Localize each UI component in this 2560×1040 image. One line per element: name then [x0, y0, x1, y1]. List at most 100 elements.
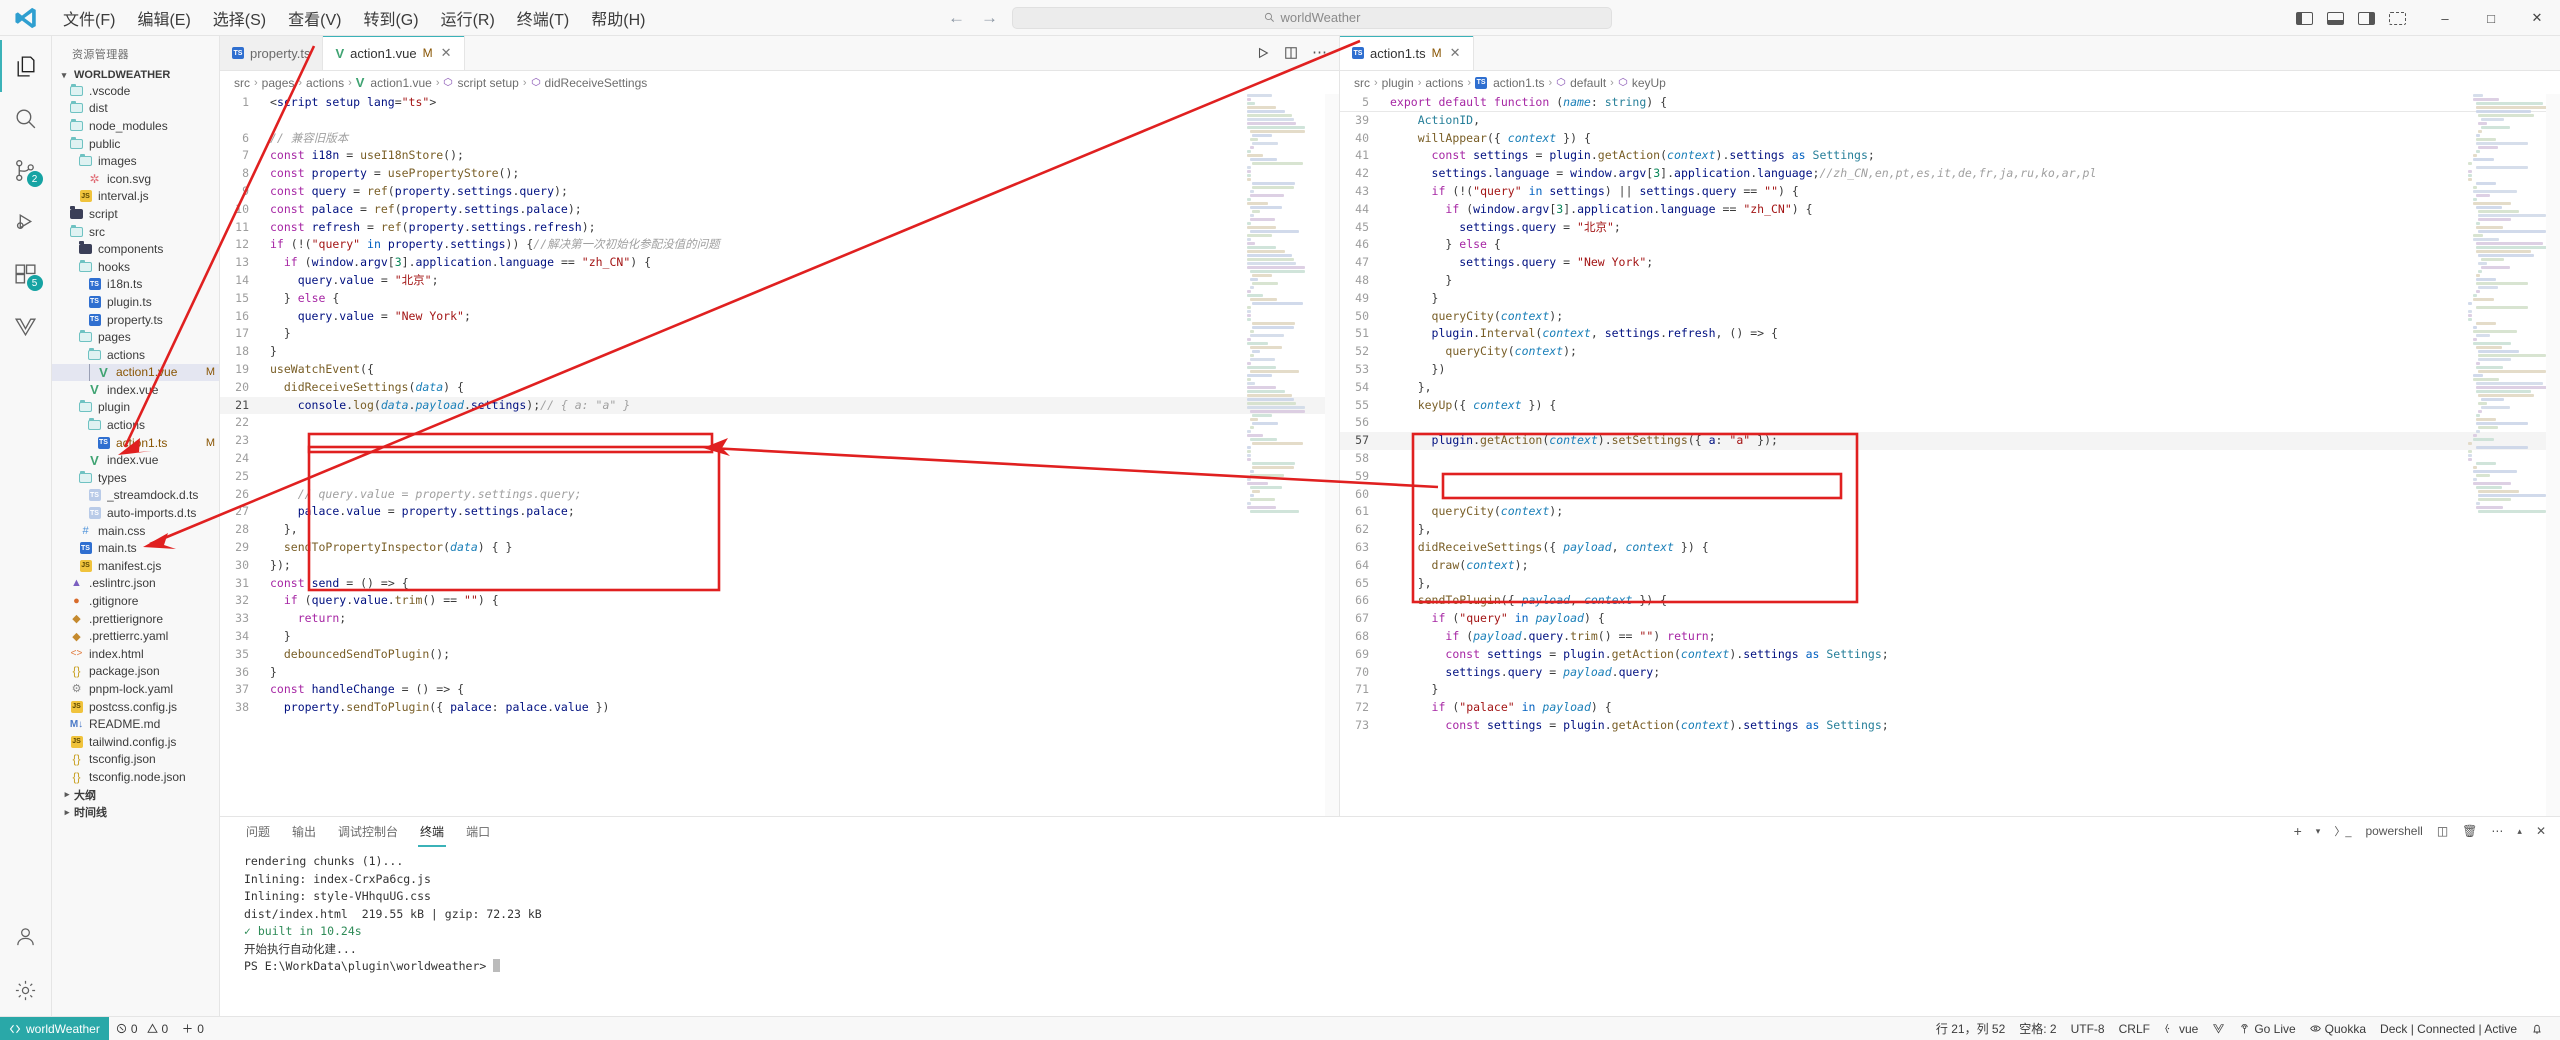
- breadcrumb-item-src[interactable]: src: [234, 76, 250, 90]
- close-button[interactable]: ✕: [2514, 0, 2560, 36]
- code-line[interactable]: 39 ActionID,: [1340, 112, 2560, 130]
- more-actions-icon[interactable]: ⋯: [2491, 824, 2503, 838]
- tree-item-index.html[interactable]: <> index.html: [52, 645, 219, 663]
- tree-item-public[interactable]: public: [52, 135, 219, 153]
- code-line[interactable]: 10 const palace = ref(property.settings.p…: [220, 201, 1339, 219]
- tree-item-postcss.config.js[interactable]: JS postcss.config.js: [52, 698, 219, 716]
- tree-item-.gitignore[interactable]: ● .gitignore: [52, 592, 219, 610]
- menu-item-6[interactable]: 终端(T): [506, 2, 580, 34]
- code-line[interactable]: 70 settings.query = payload.query;: [1340, 664, 2560, 682]
- panel-tabs[interactable]: 问题 输出 调试控制台 终端 端口 + ▾ 〉_ powershell ◫ 🗑 ⋯ ▴ ✕: [220, 817, 2560, 847]
- scrollbar-right[interactable]: [2546, 94, 2560, 816]
- code-line[interactable]: 19 useWatchEvent({: [220, 361, 1339, 379]
- tree-item-.prettierrc.yaml[interactable]: ◆ .prettierrc.yaml: [52, 627, 219, 645]
- code-line[interactable]: 18}: [220, 343, 1339, 361]
- go-live-button[interactable]: Go Live: [2232, 1017, 2302, 1040]
- code-line[interactable]: 65 },: [1340, 575, 2560, 593]
- split-terminal-icon[interactable]: ◫: [2437, 824, 2448, 838]
- code-line[interactable]: 38 property.sendToPlugin({ palace: palac…: [220, 699, 1339, 717]
- code-line[interactable]: 67 if ("query" in payload) {: [1340, 610, 2560, 628]
- tree-item-action1.vue[interactable]: Vaction1.vue M: [52, 363, 219, 382]
- code-line[interactable]: 49 }: [1340, 290, 2560, 308]
- sidebar-section-大纲[interactable]: ▸ 大纲: [52, 786, 219, 804]
- toggle-panel-icon[interactable]: [2327, 11, 2344, 25]
- code-editor-left[interactable]: 1 <script setup lang="ts"> 6 // 兼容旧版本 7 const…: [220, 94, 1339, 816]
- chevron-down-icon[interactable]: ▾: [2316, 826, 2321, 837]
- code-line[interactable]: 71 }: [1340, 681, 2560, 699]
- file-tree[interactable]: .vscode dist node_modules public images ✲ icon…: [52, 82, 219, 1016]
- add-terminal-icon[interactable]: +: [2294, 823, 2302, 839]
- code-line[interactable]: 9 const query = ref(property.settings.que…: [220, 183, 1339, 201]
- tree-item-images[interactable]: images: [52, 152, 219, 170]
- ports-indicator[interactable]: 0: [175, 1017, 211, 1040]
- breadcrumb-item-default[interactable]: default: [1556, 76, 1606, 90]
- close-icon[interactable]: ✕: [1448, 45, 1461, 61]
- vue-status-icon[interactable]: [2205, 1017, 2232, 1040]
- code-line[interactable]: 40 willAppear({ context }) {: [1340, 130, 2560, 148]
- code-line[interactable]: 17 }: [220, 325, 1339, 343]
- close-panel-icon[interactable]: ✕: [2536, 824, 2546, 838]
- indentation[interactable]: 空格: 2: [2012, 1017, 2063, 1040]
- menu-item-5[interactable]: 运行(R): [430, 2, 506, 34]
- tree-item-interval.js[interactable]: JS interval.js: [52, 188, 219, 206]
- code-line[interactable]: 1 <script setup lang="ts">: [220, 94, 1339, 112]
- tree-item-tsconfig.node.json[interactable]: {} tsconfig.node.json: [52, 768, 219, 786]
- code-line[interactable]: 6 // 兼容旧版本: [220, 130, 1339, 148]
- tree-item-main.css[interactable]: # main.css: [52, 522, 219, 540]
- code-line[interactable]: 16 query.value = "New York";: [220, 308, 1339, 326]
- tree-item-actions[interactable]: actions: [52, 416, 219, 434]
- code-line[interactable]: 33 return;: [220, 610, 1339, 628]
- tree-item-src[interactable]: src: [52, 223, 219, 241]
- code-line[interactable]: 60: [1340, 486, 2560, 504]
- code-line[interactable]: 53 }): [1340, 361, 2560, 379]
- tree-item-index.vue[interactable]: Vindex.vue: [52, 451, 219, 469]
- deck-status[interactable]: Deck | Connected | Active: [2373, 1017, 2524, 1040]
- panel-tab-2[interactable]: 调试控制台: [336, 819, 400, 844]
- code-line[interactable]: 43 if (!("query" in settings) || setting…: [1340, 183, 2560, 201]
- code-line[interactable]: 57 plugin.getAction(context).setSettings…: [1340, 432, 2560, 450]
- breadcrumb-item-script setup[interactable]: script setup: [443, 76, 519, 90]
- tree-item-.prettierignore[interactable]: ◆ .prettierignore: [52, 610, 219, 628]
- breadcrumb-item-action1.ts[interactable]: TS action1.ts: [1475, 76, 1544, 90]
- menu-item-4[interactable]: 转到(G): [352, 2, 429, 34]
- code-line[interactable]: 47 settings.query = "New York";: [1340, 254, 2560, 272]
- run-icon[interactable]: [1256, 46, 1270, 60]
- activity-explorer[interactable]: [0, 40, 52, 92]
- back-arrow-icon[interactable]: ←: [948, 8, 965, 28]
- code-line[interactable]: 25: [220, 468, 1339, 486]
- tree-item-main.ts[interactable]: TS main.ts: [52, 539, 219, 557]
- language-mode[interactable]: vue: [2157, 1017, 2205, 1040]
- activity-vue-tools[interactable]: [0, 300, 52, 352]
- code-line[interactable]: 31 const send = () => {: [220, 575, 1339, 593]
- code-line[interactable]: 7 const i18n = useI18nStore();: [220, 147, 1339, 165]
- code-line[interactable]: 26 // query.value = property.settings.qu…: [220, 486, 1339, 504]
- tree-item-plugin[interactable]: plugin: [52, 399, 219, 417]
- code-line[interactable]: [220, 112, 1339, 130]
- menu-item-3[interactable]: 查看(V): [277, 2, 352, 34]
- sidebar-section-时间线[interactable]: ▸ 时间线: [52, 803, 219, 821]
- code-line[interactable]: 20 didReceiveSettings(data) {: [220, 379, 1339, 397]
- code-line[interactable]: 66 sendToPlugin({ payload, context }) {: [1340, 592, 2560, 610]
- breadcrumb-item-pages[interactable]: pages: [262, 76, 295, 90]
- code-line[interactable]: 62 },: [1340, 521, 2560, 539]
- code-line[interactable]: 72 if ("palace" in payload) {: [1340, 699, 2560, 717]
- breadcrumb-item-actions[interactable]: actions: [306, 76, 344, 90]
- code-line[interactable]: 23: [220, 432, 1339, 450]
- breadcrumb-item-action1.vue[interactable]: Vaction1.vue: [356, 76, 432, 90]
- panel-tab-0[interactable]: 问题: [244, 819, 272, 844]
- breadcrumb-item-actions[interactable]: actions: [1425, 76, 1463, 90]
- code-line[interactable]: 8 const property = usePropertyStore();: [220, 165, 1339, 183]
- activity-search[interactable]: [0, 92, 52, 144]
- tree-item-.eslintrc.json[interactable]: ▲ .eslintrc.json: [52, 575, 219, 593]
- menu-item-0[interactable]: 文件(F): [52, 2, 126, 34]
- maximize-panel-icon[interactable]: ▴: [2517, 826, 2522, 837]
- quokka-status[interactable]: Quokka: [2303, 1017, 2373, 1040]
- breadcrumb-right[interactable]: src › plugin › actions › TS action1.ts › default ›…: [1340, 71, 2560, 94]
- tree-item-plugin.ts[interactable]: TS plugin.ts: [52, 293, 219, 311]
- tree-item-actions[interactable]: actions: [52, 346, 219, 364]
- code-line[interactable]: 64 draw(context);: [1340, 557, 2560, 575]
- code-line[interactable]: 24: [220, 450, 1339, 468]
- maximize-button[interactable]: □: [2468, 0, 2514, 36]
- tab-action1-ts[interactable]: TS action1.ts M ✕: [1340, 36, 1474, 70]
- tree-item-index.vue[interactable]: Vindex.vue: [52, 381, 219, 399]
